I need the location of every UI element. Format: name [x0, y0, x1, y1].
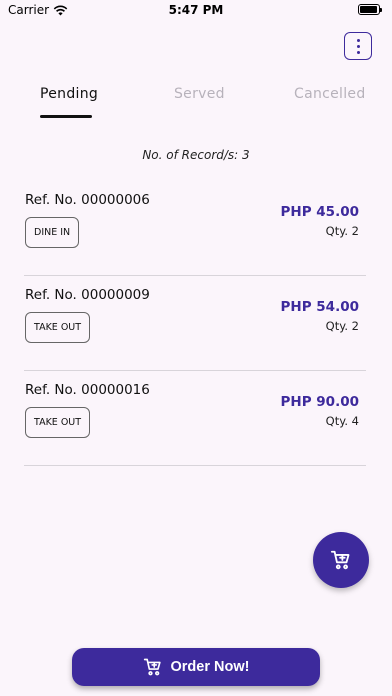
- tab-served[interactable]: Served: [174, 86, 225, 102]
- order-quantity: Qty. 2: [325, 319, 359, 333]
- tab-pending[interactable]: Pending: [40, 86, 98, 102]
- more-vertical-icon-dot: [356, 38, 360, 42]
- order-price: PHP 54.00: [280, 299, 360, 315]
- order-ref-number: Ref. No. 00000016: [25, 382, 150, 398]
- order-now-button[interactable]: Order Now!: [72, 648, 320, 686]
- order-type-badge: DINE IN: [25, 217, 80, 248]
- battery-icon: [358, 4, 382, 15]
- more-vertical-icon-dot: [356, 50, 360, 54]
- order-type-badge: TAKE OUT: [25, 312, 91, 343]
- order-row[interactable]: Ref. No. 00000006 DINE IN PHP 45.00 Qty.…: [24, 180, 366, 276]
- cart-icon: [330, 550, 350, 570]
- order-quantity: Qty. 4: [325, 414, 359, 428]
- order-type-badge: TAKE OUT: [25, 407, 91, 438]
- order-quantity: Qty. 2: [325, 224, 359, 238]
- status-time: 5:47 PM: [168, 3, 224, 17]
- order-price: PHP 45.00: [280, 204, 360, 220]
- tab-cancelled[interactable]: Cancelled: [294, 86, 366, 102]
- order-row[interactable]: Ref. No. 00000016 TAKE OUT PHP 90.00 Qty…: [24, 370, 366, 466]
- order-status-tabs: Pending Served Cancelled: [0, 86, 392, 120]
- cart-fab-button[interactable]: [313, 532, 369, 588]
- order-price: PHP 90.00: [280, 394, 360, 410]
- status-bar: Carrier 5:47 PM: [0, 0, 392, 22]
- cart-icon: [143, 658, 161, 676]
- order-now-label: Order Now!: [170, 659, 250, 675]
- order-ref-number: Ref. No. 00000006: [25, 192, 150, 208]
- order-row[interactable]: Ref. No. 00000009 TAKE OUT PHP 54.00 Qty…: [24, 275, 366, 371]
- more-options-button[interactable]: [344, 32, 372, 60]
- record-count: No. of Record/s: 3: [142, 148, 250, 162]
- more-vertical-icon-dot: [356, 44, 360, 48]
- active-tab-indicator: [40, 115, 92, 118]
- order-ref-number: Ref. No. 00000009: [25, 287, 150, 303]
